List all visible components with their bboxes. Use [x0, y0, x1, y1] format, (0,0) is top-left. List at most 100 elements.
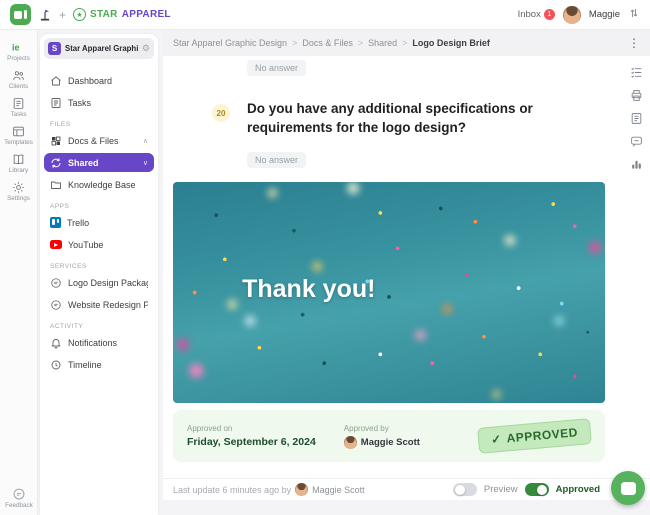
- youtube-icon: [50, 240, 62, 249]
- approved-by-block: Approved by Maggie Scott: [343, 423, 420, 449]
- templates-icon: [13, 126, 24, 136]
- app-logo-icon[interactable]: [10, 4, 31, 25]
- sidebar-item-label: Tasks: [68, 97, 92, 108]
- previous-answer-pill: No answer: [247, 60, 307, 76]
- rail-label: Projects: [7, 54, 30, 62]
- question-number-badge: 20: [212, 104, 230, 122]
- sidebar-item-docs-files[interactable]: Docs & Files ∧: [44, 131, 154, 150]
- rail-label: Library: [8, 166, 29, 174]
- rail-item-clients[interactable]: Clients: [0, 65, 38, 93]
- project-title: Star Apparel Graphic De...: [65, 44, 138, 53]
- user-name: Maggie: [588, 9, 620, 20]
- document-footer: Last update 6 minutes ago by Maggie Scot…: [163, 478, 650, 500]
- chat-fab-button[interactable]: [611, 471, 645, 505]
- sidebar-item-label: Notifications: [68, 337, 118, 348]
- user-avatar[interactable]: [562, 5, 581, 24]
- rail-label: Templates: [4, 138, 33, 146]
- approved-by-label: Approved by: [343, 423, 389, 433]
- poll-chart-icon[interactable]: [630, 158, 643, 171]
- package-stamp-icon: [51, 277, 61, 288]
- star-icon: ★: [73, 8, 87, 21]
- feedback-icon: [13, 488, 25, 500]
- add-workspace-button[interactable]: +: [59, 9, 66, 21]
- top-bar: + ★ STAR APPAREL Inbox 1 Maggie: [0, 0, 650, 30]
- rail-item-library[interactable]: Library: [0, 149, 38, 177]
- folder-icon: [51, 181, 61, 189]
- project-sidebar: S Star Apparel Graphic De... ⚙ Dashboard…: [40, 34, 158, 515]
- clipboard-icon: [51, 97, 61, 108]
- settings-gear-icon: [13, 181, 24, 193]
- brand-name-first: STAR: [90, 9, 118, 20]
- check-icon: ✓: [490, 431, 503, 447]
- breadcrumb-item[interactable]: Shared: [368, 38, 397, 48]
- print-icon[interactable]: [630, 89, 643, 102]
- approver-avatar: [343, 435, 357, 449]
- approved-badge-label: APPROVED: [506, 425, 579, 446]
- chat-bubble-icon: [620, 481, 636, 495]
- kebab-menu-icon[interactable]: ⋮: [628, 37, 640, 49]
- last-update-text: Last update 6 minutes ago by: [173, 484, 292, 495]
- sidebar-item-label: Website Redesign Package...: [68, 299, 148, 310]
- approved-toggle[interactable]: [524, 483, 549, 496]
- project-settings-gear-icon[interactable]: ⚙: [142, 43, 150, 54]
- main-content: Star Apparel Graphic Design > Docs & Fil…: [163, 30, 650, 500]
- updater-avatar: [295, 483, 309, 496]
- approved-status-badge: ✓ APPROVED: [477, 418, 592, 454]
- preview-toggle[interactable]: [452, 483, 477, 496]
- right-tool-strip: [630, 66, 643, 171]
- sidebar-item-notifications[interactable]: Notifications: [44, 333, 154, 352]
- rail-label: Settings: [7, 194, 30, 202]
- index-checklist-icon[interactable]: [630, 66, 643, 79]
- sidebar-item-logo-package[interactable]: Logo Design Package...: [44, 273, 154, 292]
- feedback-button[interactable]: Feedback: [0, 487, 38, 509]
- brand-name-second: APPAREL: [121, 9, 171, 20]
- sidebar-item-label: Dashboard: [68, 75, 113, 86]
- sidebar-item-timeline[interactable]: Timeline: [44, 355, 154, 374]
- feedback-label: Feedback: [5, 502, 33, 509]
- section-label-apps: APPS: [50, 203, 70, 210]
- inbox-button[interactable]: Inbox 1: [518, 9, 555, 20]
- package-stamp-icon: [51, 299, 61, 310]
- document-body: No answer 20 Do you have any additional …: [163, 56, 650, 478]
- tasks-icon: [13, 97, 24, 109]
- breadcrumb-item[interactable]: Star Apparel Graphic Design: [173, 38, 287, 48]
- sidebar-item-tasks[interactable]: Tasks: [44, 93, 154, 112]
- question-text: Do you have any additional specification…: [247, 101, 533, 135]
- rail-item-settings[interactable]: Settings: [0, 177, 38, 205]
- notes-icon[interactable]: [630, 112, 643, 125]
- sidebar-item-label: Shared: [68, 157, 99, 168]
- rail-item-templates[interactable]: Templates: [0, 121, 38, 149]
- breadcrumb: Star Apparel Graphic Design > Docs & Fil…: [163, 30, 650, 56]
- section-label-services: SERVICES: [50, 263, 87, 270]
- rail-item-projects[interactable]: ie Projects: [0, 37, 38, 65]
- comments-icon[interactable]: [630, 135, 643, 148]
- chevron-down-icon: ∨: [142, 159, 148, 167]
- rail-label: Tasks: [10, 110, 27, 118]
- preview-toggle-label: Preview: [483, 484, 518, 495]
- sidebar-item-website-package[interactable]: Website Redesign Package...: [44, 295, 154, 314]
- breadcrumb-item[interactable]: Docs & Files: [302, 38, 353, 48]
- workspace-logo-icon[interactable]: [38, 8, 52, 22]
- project-switcher[interactable]: S Star Apparel Graphic De... ⚙: [44, 38, 154, 59]
- approved-on-date: Friday, September 6, 2024: [187, 436, 316, 448]
- clients-icon: [13, 70, 24, 80]
- sidebar-item-label: Docs & Files: [68, 135, 119, 146]
- trello-icon: [50, 217, 61, 228]
- svg-text:ie: ie: [12, 42, 20, 52]
- workspace-badge[interactable]: ★ STAR APPAREL: [73, 8, 171, 21]
- sidebar-item-shared[interactable]: Shared ∨: [44, 153, 154, 172]
- switch-account-icon[interactable]: [628, 6, 640, 24]
- home-icon: [51, 75, 61, 85]
- approved-toggle-label: Approved: [555, 484, 600, 495]
- sidebar-item-dashboard[interactable]: Dashboard: [44, 71, 154, 90]
- sidebar-item-label: Logo Design Package...: [68, 277, 148, 288]
- sync-share-icon: [51, 157, 61, 168]
- approved-on-block: Approved on Friday, September 6, 2024: [187, 424, 316, 448]
- sidebar-item-trello[interactable]: Trello: [44, 213, 154, 232]
- inbox-label: Inbox: [517, 9, 541, 20]
- projects-icon: ie: [12, 42, 20, 52]
- sidebar-item-youtube[interactable]: YouTube: [44, 235, 154, 254]
- bell-icon: [51, 338, 61, 348]
- rail-item-tasks[interactable]: Tasks: [0, 93, 38, 121]
- sidebar-item-knowledge-base[interactable]: Knowledge Base: [44, 175, 154, 194]
